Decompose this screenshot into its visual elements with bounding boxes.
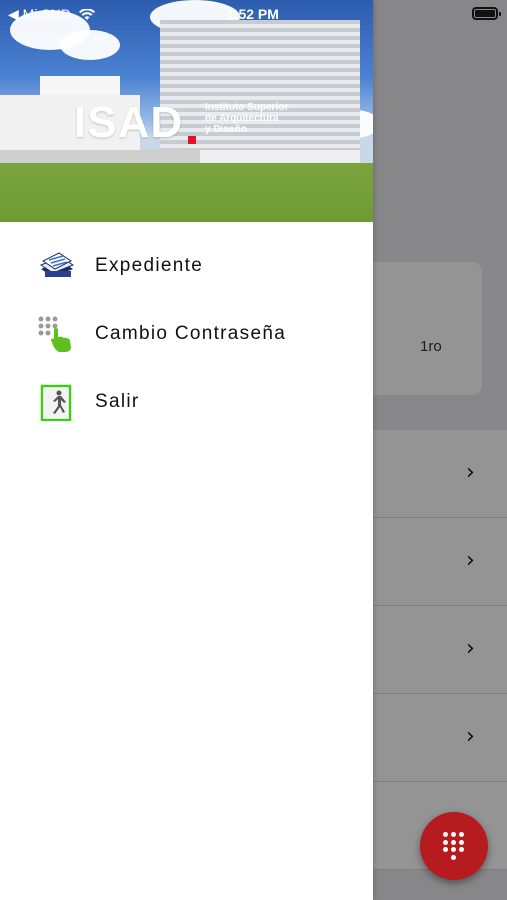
logo-subtitle: Instituto Superior de Arquitectura y Dis… [205,102,289,135]
keypad-icon [443,832,465,860]
wifi-icon [78,8,95,21]
carrier-label: ◀ Mi SND [8,6,71,22]
menu-item-cambio-contrasena[interactable]: Cambio Contraseña [0,300,373,368]
logo-dot [188,136,196,144]
status-time: 1:52 PM [226,6,279,22]
menu-item-salir[interactable]: Salir [0,368,373,436]
menu-item-expediente[interactable]: Expediente [0,232,373,300]
isad-logo: ISAD [74,98,184,147]
menu-item-label: Expediente [95,255,204,276]
drawer-header-image: ISAD Instituto Superior de Arquitectura … [0,0,373,222]
status-bar: ◀ Mi SND 1:52 PM [0,0,507,28]
navigation-drawer: ISAD Instituto Superior de Arquitectura … [0,0,373,900]
keypad-touch-icon [37,315,75,353]
drawer-menu: Expediente Cambio Contraseña Salir [0,232,373,436]
battery-icon [472,7,501,20]
records-icon [37,247,75,285]
carrier: ◀ Mi SND [8,6,95,23]
keypad-fab-button[interactable] [420,812,488,880]
exit-icon [37,383,75,422]
menu-item-label: Salir [95,391,140,412]
menu-item-label: Cambio Contraseña [95,323,287,344]
